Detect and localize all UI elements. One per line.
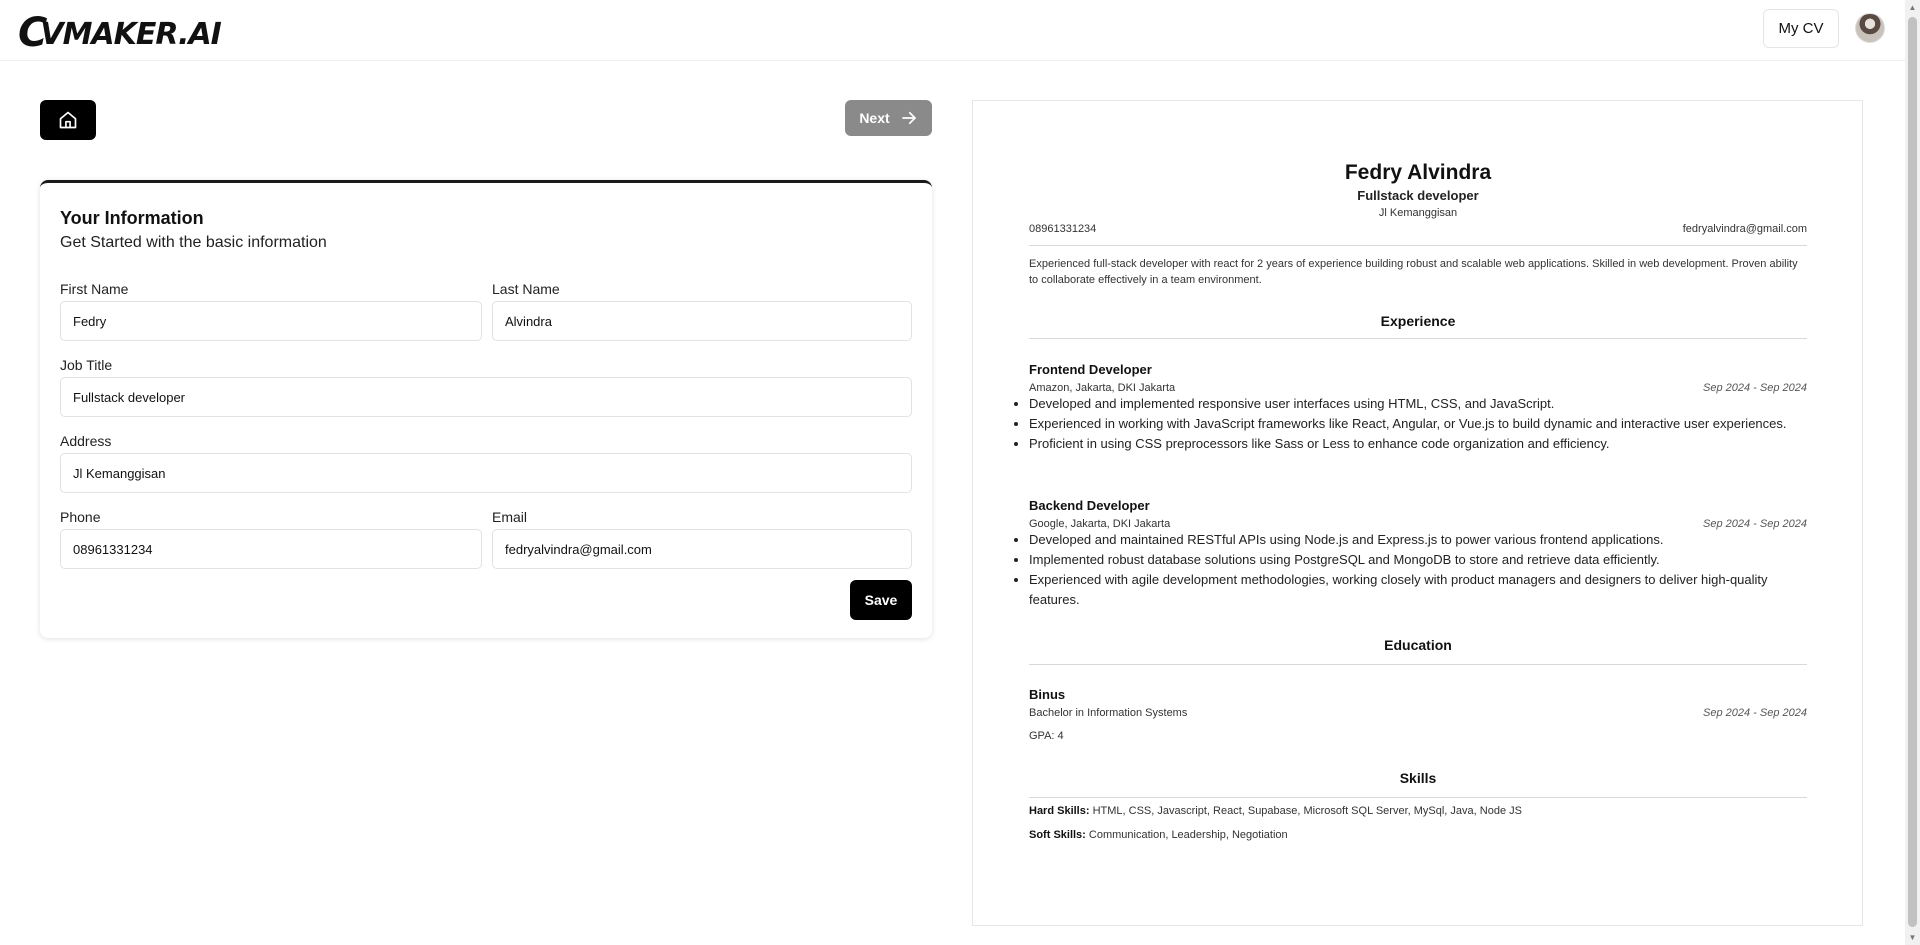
- cv-email: fedryalvindra@gmail.com: [1682, 223, 1807, 235]
- experience-bullet: Experienced in working with JavaScript f…: [1029, 414, 1807, 434]
- experience-title: Frontend Developer: [1029, 362, 1152, 377]
- experience-bullet: Implemented robust database solutions us…: [1029, 550, 1807, 570]
- cv-name: Fedry Alvindra: [1344, 161, 1492, 184]
- education-school: Binus: [1029, 687, 1066, 702]
- experience-bullet: Experienced with agile development metho…: [1029, 570, 1807, 610]
- job-title-label: Job Title: [60, 357, 113, 373]
- scroll-thumb[interactable]: [1908, 17, 1917, 927]
- first-name-label: First Name: [60, 281, 129, 297]
- experience-heading: Experience: [1380, 313, 1456, 329]
- next-button[interactable]: Next: [845, 100, 932, 136]
- cv-summary: Experienced full-stack developer with re…: [1029, 258, 1798, 286]
- skills-divider: [1029, 797, 1807, 798]
- cv-phone: 08961331234: [1029, 223, 1097, 235]
- skills-heading: Skills: [1399, 770, 1437, 786]
- arrow-right-icon: [901, 111, 916, 125]
- experience-bullets: Developed and implemented responsive use…: [1029, 394, 1807, 454]
- email-field[interactable]: [492, 529, 912, 569]
- education-meta: Bachelor in Information Systems Sep 2024…: [1029, 705, 1807, 719]
- education-dates: Sep 2024 - Sep 2024: [1703, 707, 1807, 719]
- user-avatar[interactable]: [1855, 13, 1885, 43]
- email-label: Email: [492, 509, 528, 525]
- experience-bullet: Developed and implemented responsive use…: [1029, 394, 1807, 414]
- job-title-field[interactable]: [60, 377, 912, 417]
- hard-skills-value: HTML, CSS, Javascript, React, Supabase, …: [1092, 805, 1522, 817]
- experience-company: Amazon, Jakarta, DKI Jakarta: [1029, 382, 1176, 394]
- cv-preview: Fedry Alvindra Fullstack developer Jl Ke…: [972, 100, 1863, 926]
- my-cv-button[interactable]: My CV: [1763, 9, 1839, 48]
- experience-meta: Amazon, Jakarta, DKI Jakarta Sep 2024 - …: [1029, 380, 1807, 394]
- phone-label: Phone: [60, 509, 101, 525]
- experience-divider: [1029, 338, 1807, 339]
- last-name-label: Last Name: [492, 281, 560, 297]
- card-subtitle: Get Started with the basic information: [60, 234, 327, 251]
- education-degree: Bachelor in Information Systems: [1029, 707, 1188, 719]
- experience-bullet: Proficient in using CSS preprocessors li…: [1029, 434, 1807, 454]
- hard-skills: Hard Skills: HTML, CSS, Javascript, Reac…: [1029, 805, 1522, 817]
- education-gpa: GPA: 4: [1029, 730, 1064, 742]
- education-heading: Education: [1384, 637, 1452, 653]
- last-name-field[interactable]: [492, 301, 912, 341]
- home-icon: [59, 111, 77, 129]
- hard-skills-label: Hard Skills:: [1029, 805, 1090, 817]
- experience-item: Frontend Developer Amazon, Jakarta, DKI …: [1029, 362, 1807, 454]
- scroll-down-arrow-icon[interactable]: ▼: [1905, 930, 1920, 945]
- cv-job-title: Fullstack developer: [1357, 188, 1479, 203]
- experience-meta: Google, Jakarta, DKI Jakarta Sep 2024 - …: [1029, 516, 1807, 530]
- first-name-field[interactable]: [60, 301, 482, 341]
- app-logo[interactable]: CVMAKER.AI: [18, 8, 222, 56]
- experience-dates: Sep 2024 - Sep 2024: [1703, 382, 1807, 394]
- top-navbar: CVMAKER.AI My CV: [0, 0, 1905, 61]
- phone-field[interactable]: [60, 529, 482, 569]
- experience-company: Google, Jakarta, DKI Jakarta: [1029, 518, 1171, 530]
- page-scrollbar[interactable]: ▲ ▼: [1905, 0, 1920, 945]
- logo-text: VMAKER.AI: [40, 17, 221, 52]
- address-label: Address: [60, 433, 112, 449]
- education-item: Binus Bachelor in Information Systems Se…: [1029, 687, 1807, 742]
- home-button[interactable]: [40, 100, 96, 140]
- soft-skills: Soft Skills: Communication, Leadership, …: [1029, 829, 1288, 841]
- address-field[interactable]: [60, 453, 912, 493]
- experience-title: Backend Developer: [1029, 498, 1150, 513]
- next-label: Next: [859, 110, 890, 126]
- experience-bullet: Developed and maintained RESTful APIs us…: [1029, 530, 1807, 550]
- your-information-card: Your Information Get Started with the ba…: [40, 180, 932, 638]
- scroll-up-arrow-icon[interactable]: ▲: [1905, 0, 1920, 15]
- card-title: Your Information: [60, 208, 204, 228]
- cv-address: Jl Kemanggisan: [1378, 207, 1458, 219]
- experience-bullets: Developed and maintained RESTful APIs us…: [1029, 530, 1807, 610]
- soft-skills-label: Soft Skills:: [1029, 829, 1086, 841]
- experience-item: Backend Developer Google, Jakarta, DKI J…: [1029, 498, 1807, 610]
- experience-dates: Sep 2024 - Sep 2024: [1703, 518, 1807, 530]
- cv-divider: [1029, 245, 1807, 246]
- soft-skills-value: Communication, Leadership, Negotiation: [1088, 829, 1288, 841]
- save-button[interactable]: Save: [850, 580, 912, 620]
- logo-prefix: C: [18, 10, 47, 56]
- education-divider: [1029, 664, 1807, 665]
